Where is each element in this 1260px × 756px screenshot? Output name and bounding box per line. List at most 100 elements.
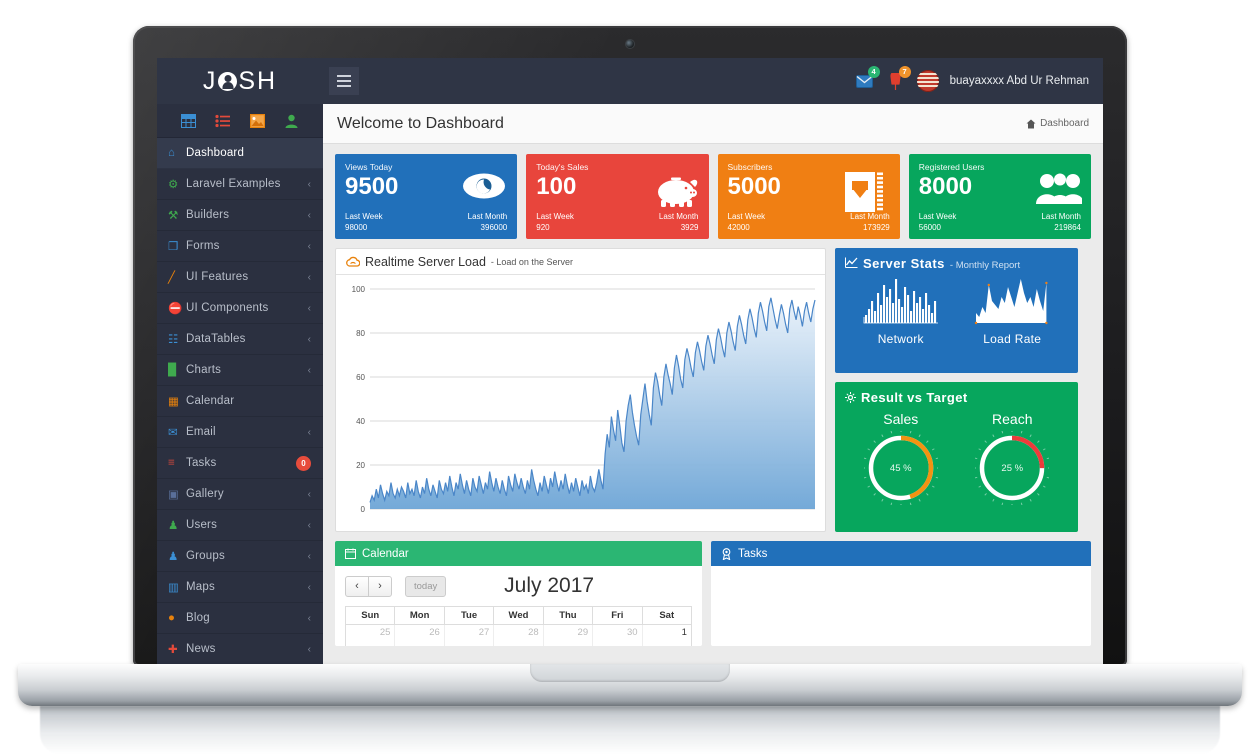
award-icon: ⚙ <box>168 179 179 191</box>
calendar-dow: Thu <box>544 607 594 624</box>
calendar-day-cell[interactable]: 1 <box>643 625 691 646</box>
sidebar-item-calendar[interactable]: ▦ Calendar <box>157 386 323 417</box>
stat-lastweek-label: Last Week <box>345 212 383 221</box>
server-stats-title: Server Stats <box>863 256 945 271</box>
image-icon: ▣ <box>168 489 179 501</box>
sidebar-item-charts[interactable]: █ Charts ‹ <box>157 355 323 386</box>
calendar-day-cell[interactable]: 27 <box>445 625 495 646</box>
sidebar-item-datatables[interactable]: ☷ DataTables ‹ <box>157 324 323 355</box>
calendar-week-row: 25 26 27 28 29 30 1 <box>346 624 691 646</box>
calendar-day-cell[interactable]: 25 <box>346 625 396 646</box>
envelope-icon[interactable]: 4 <box>855 66 880 91</box>
laptop-mockup: J SH 4 7 buayaxxxx Abd Ur Rehman ⌂ Dashb… <box>0 0 1260 756</box>
stat-lastmonth-label: Last Month <box>658 212 699 221</box>
chevron-left-icon: ‹ <box>307 333 311 345</box>
sidebar-item-laravel-examples[interactable]: ⚙ Laravel Examples ‹ <box>157 169 323 200</box>
page-header: Welcome to Dashboard Dashboard <box>323 104 1103 144</box>
sidebar-item-news[interactable]: ✚ News ‹ <box>157 634 323 665</box>
gauge-row: Sales 45 % Reach 25 % <box>845 411 1069 507</box>
calendar-day-cell[interactable]: 26 <box>395 625 445 646</box>
calendar-day-cell[interactable]: 29 <box>544 625 594 646</box>
comment-icon: ● <box>168 612 175 624</box>
breadcrumb[interactable]: Dashboard <box>1026 118 1089 129</box>
mail-badge: 4 <box>867 66 880 78</box>
chevron-left-icon: ‹ <box>307 550 311 562</box>
sidebar-item-forms[interactable]: ❐ Forms ‹ <box>157 231 323 262</box>
sidebar-item-email[interactable]: ✉ Email ‹ <box>157 417 323 448</box>
sidebar-item-ui-components[interactable]: ⛔ UI Components ‹ <box>157 293 323 324</box>
chevron-left-icon: ‹ <box>307 271 311 283</box>
group-icon: ♟ <box>168 551 179 563</box>
table-icon[interactable] <box>180 113 196 128</box>
table-icon: ☷ <box>168 334 179 346</box>
username-label: buayaxxxx Abd Ur Rehman <box>949 75 1089 87</box>
brand-name-left: J <box>202 66 218 95</box>
gauge-label: Sales <box>883 411 919 427</box>
sidebar-item-builders[interactable]: ⚒ Builders ‹ <box>157 200 323 231</box>
calendar-dow: Tue <box>445 607 495 624</box>
brand-name-right: SH <box>238 66 278 95</box>
pin-icon[interactable]: 7 <box>886 66 911 91</box>
calendar-icon: ▦ <box>168 396 179 408</box>
sidebar-item-label: Groups <box>186 550 225 562</box>
sidebar-item-ui-features[interactable]: ╱ UI Features ‹ <box>157 262 323 293</box>
user-icon: ♟ <box>168 520 179 532</box>
realtime-server-load-panel: Realtime Server Load - Load on the Serve… <box>335 248 826 532</box>
gauge-reach: Reach 25 % <box>957 411 1069 507</box>
user-circle-icon <box>218 71 238 91</box>
stat-lastmonth-label: Last Month <box>1041 212 1081 221</box>
topbar-right: 4 7 buayaxxxx Abd Ur Rehman <box>855 66 1103 92</box>
list-icon[interactable] <box>215 114 231 128</box>
sidebar-item-dashboard[interactable]: ⌂ Dashboard <box>157 138 323 169</box>
sidebar-item-label: Tasks <box>186 457 217 469</box>
stat-card-registered-users[interactable]: Registered Users 8000 Last Week 56000 Last M… <box>908 154 1091 239</box>
calendar-icon <box>345 548 356 559</box>
sidebar-item-maps[interactable]: ▥ Maps ‹ <box>157 572 323 603</box>
stat-lastweek-label: Last Week <box>536 212 574 221</box>
realtime-area-chart: 0 20 40 60 80 100 <box>352 285 816 514</box>
sidebar-item-blog[interactable]: ● Blog ‹ <box>157 603 323 634</box>
brand-logo[interactable]: J SH <box>157 67 323 96</box>
chevron-left-icon: ‹ <box>307 519 311 531</box>
cone-icon: ⛔ <box>168 303 183 315</box>
calendar-day-cell[interactable]: 28 <box>494 625 544 646</box>
image-icon[interactable] <box>249 113 265 128</box>
calendar-panel-header: Calendar <box>335 541 702 566</box>
stat-card-views-today[interactable]: Views Today 9500 Last Week 98000 Last Month 3… <box>335 154 518 239</box>
sidebar-item-gallery[interactable]: ▣ Gallery ‹ <box>157 479 323 510</box>
stat-lastmonth-label: Last Month <box>850 212 890 221</box>
laptop-base-notch <box>530 664 730 682</box>
stat-card-today-s-sales[interactable]: Today's Sales 100 Last Week 920 Last Month 39… <box>526 154 709 239</box>
stat-lastweek-value: 920 <box>536 223 550 232</box>
calendar-prev-button[interactable]: ‹ <box>345 575 369 597</box>
user-icon[interactable] <box>284 114 299 128</box>
calendar-day-cell[interactable]: 30 <box>593 625 643 646</box>
stat-card-subscribers[interactable]: Subscribers 5000 Last Week 42000 Last Month 1… <box>717 154 900 239</box>
realtime-chart-subtitle: - Load on the Server <box>490 256 573 267</box>
laptop-base-reflection <box>40 706 1220 754</box>
calendar-dow: Wed <box>494 607 544 624</box>
sidebar-item-tasks[interactable]: ≡ Tasks 0 <box>157 448 323 479</box>
sidebar-item-users[interactable]: ♟ Users ‹ <box>157 510 323 541</box>
line-chart-icon <box>845 257 858 268</box>
hamburger-icon[interactable] <box>329 67 359 95</box>
calendar-today-button[interactable]: today <box>405 575 447 597</box>
avatar[interactable] <box>916 70 939 92</box>
sidebar-item-groups[interactable]: ♟ Groups ‹ <box>157 541 323 572</box>
stat-lastweek-value: 42000 <box>727 223 750 232</box>
server-stats-subtitle: - Monthly Report <box>949 260 1021 271</box>
sidebar-menu: ⌂ Dashboard ⚙ Laravel Examples ‹ ⚒ Builders ‹ ❐ F… <box>157 138 323 665</box>
map-icon: ▥ <box>168 582 179 594</box>
gauge-label: Reach <box>992 411 1033 427</box>
sidebar-item-label: Charts <box>186 364 222 376</box>
calendar-body: ‹ › today July 2017 Sun Mon Tue Wed Thu Fri Sa… <box>335 566 702 646</box>
calendar-next-button[interactable]: › <box>368 575 392 597</box>
chevron-left-icon: ‹ <box>307 240 311 252</box>
topbar: J SH 4 7 buayaxxxx Abd Ur Rehman <box>157 58 1103 104</box>
svg-text:100: 100 <box>352 285 366 294</box>
sidebar-item-label: Gallery <box>186 488 224 500</box>
svg-text:80: 80 <box>356 329 365 338</box>
webcam-icon <box>626 40 634 48</box>
chevron-left-icon: ‹ <box>307 581 311 593</box>
gauge-value: 25 % <box>1001 462 1024 474</box>
